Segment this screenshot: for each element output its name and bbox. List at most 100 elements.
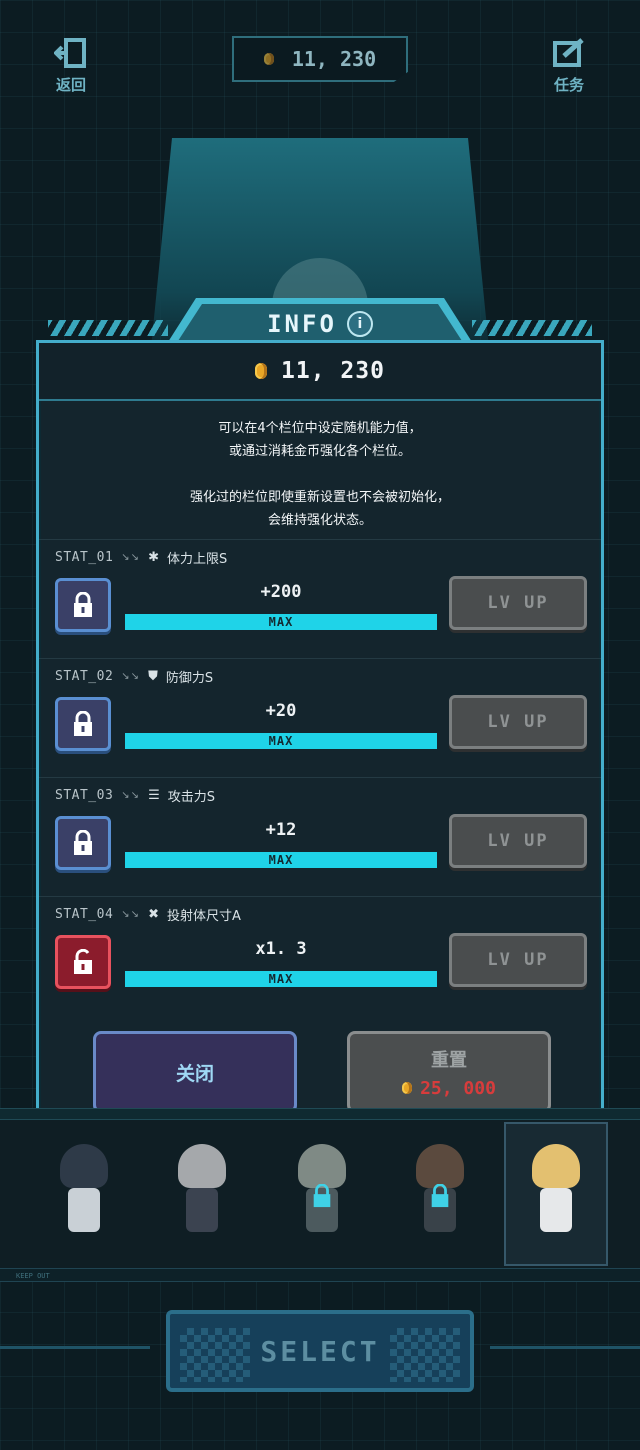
character-body	[540, 1188, 572, 1232]
stat-label: STAT_04 ↘↘ ✖ 投射体尺寸A	[55, 905, 241, 924]
lv-up-button[interactable]: LV UP	[449, 933, 587, 987]
description-line: 强化过的栏位即使重新设置也不会被初始化，	[189, 490, 450, 505]
lv-up-button[interactable]: LV UP	[449, 576, 587, 630]
side-line-left	[0, 1346, 150, 1349]
lock-toggle-button[interactable]	[55, 578, 111, 632]
keep-out-text: KEEP OUT	[16, 1272, 50, 1280]
panel-coin-amount: 11, 230	[281, 358, 385, 384]
reset-cost: 25, 000	[402, 1078, 496, 1099]
arrows-icon: ↘↘	[121, 909, 141, 920]
lv-up-button[interactable]: LV UP	[449, 814, 587, 868]
reset-label: 重置	[431, 1049, 467, 1071]
close-button[interactable]: 关闭	[93, 1031, 297, 1113]
stat-value: x1. 3	[255, 939, 307, 959]
stat-label: STAT_03 ↘↘ ☰ 攻击力S	[55, 786, 215, 805]
mission-button[interactable]: 任务	[544, 38, 594, 95]
description-line	[39, 463, 601, 486]
unlock-icon	[74, 949, 92, 974]
back-button[interactable]: 返回	[46, 38, 96, 95]
keep-out-strip: KEEP OUT	[0, 1268, 640, 1282]
lock-icon	[74, 711, 92, 736]
cross-icon: ✖	[148, 907, 159, 922]
stat-row-1: STAT_01 ↘↘ ✱ 体力上限S +200 MAX LV UP	[39, 539, 601, 657]
lv-up-button[interactable]: LV UP	[449, 695, 587, 749]
divider-strip	[0, 1108, 640, 1120]
back-label: 返回	[55, 76, 86, 94]
stat-name: 攻击力S	[167, 790, 215, 805]
progress-label: MAX	[268, 615, 294, 629]
stat-progress-bar: MAX	[125, 733, 437, 749]
info-panel: 11, 230 可以在4个栏位中设定随机能力值， 或通过消耗金币强化各个栏位。 …	[36, 340, 604, 1136]
character-slot-4[interactable]	[402, 1144, 478, 1244]
select-button[interactable]: SELECT	[166, 1310, 474, 1392]
exit-icon	[54, 38, 86, 68]
stat-row-2: STAT_02 ↘↘ ⛊ 防御力S +20 MAX LV UP	[39, 658, 601, 776]
arrows-icon: ↘↘	[121, 552, 141, 563]
description-line: 或通过消耗金币强化各个栏位。	[228, 444, 411, 459]
info-icon[interactable]: i	[346, 311, 373, 337]
lock-icon	[74, 592, 92, 617]
lock-toggle-button[interactable]	[55, 935, 111, 989]
select-label: SELECT	[260, 1334, 380, 1368]
lock-toggle-button[interactable]	[55, 697, 111, 751]
stat-label: STAT_02 ↘↘ ⛊ 防御力S	[55, 667, 213, 686]
character-body	[68, 1188, 100, 1232]
character-slot-1[interactable]	[46, 1144, 122, 1244]
lock-icon	[431, 1184, 449, 1208]
stat-code: STAT_04	[55, 907, 114, 922]
character-portrait	[298, 1144, 346, 1188]
stat-code: STAT_03	[55, 788, 114, 803]
panel-coin-header: 11, 230	[39, 343, 601, 401]
stat-progress-bar: MAX	[125, 852, 437, 868]
lock-toggle-button[interactable]	[55, 816, 111, 870]
character-slot-2[interactable]	[164, 1144, 240, 1244]
reset-cost-amount: 25, 000	[420, 1077, 496, 1099]
mission-label: 任务	[553, 76, 584, 94]
shield-icon: ⛊	[148, 669, 158, 684]
stat-progress-bar: MAX	[125, 614, 437, 630]
lock-icon	[313, 1184, 331, 1208]
stat-value: +200	[260, 582, 302, 602]
character-figure	[518, 1144, 594, 1244]
progress-label: MAX	[268, 853, 294, 867]
description-line: 可以在4个栏位中设定随机能力值，	[218, 421, 422, 436]
checker-decoration	[180, 1328, 250, 1382]
coin-counter: 11, 230	[232, 36, 408, 82]
lock-icon	[74, 830, 92, 855]
stat-row-3: STAT_03 ↘↘ ☰ 攻击力S +12 MAX LV UP	[39, 777, 601, 895]
panel-stripes-right	[472, 320, 592, 336]
progress-label: MAX	[268, 734, 294, 748]
character-portrait	[416, 1144, 464, 1188]
stat-code: STAT_01	[55, 550, 114, 565]
description-line: 会维持强化状态。	[267, 513, 372, 528]
coin-icon	[255, 363, 268, 379]
panel-stripes-left	[48, 320, 168, 336]
character-portrait	[178, 1144, 226, 1188]
arrows-icon: ↘↘	[121, 671, 141, 682]
progress-label: MAX	[268, 972, 294, 986]
character-slot-3[interactable]	[284, 1144, 360, 1244]
stat-value: +20	[265, 701, 297, 721]
asterisk-icon: ✱	[148, 550, 159, 565]
character-slot-selected[interactable]	[504, 1122, 608, 1266]
checker-decoration	[390, 1328, 460, 1382]
reset-button[interactable]: 重置 25, 000	[347, 1031, 551, 1113]
stat-row-4: STAT_04 ↘↘ ✖ 投射体尺寸A x1. 3 MAX LV UP	[39, 896, 601, 1014]
character-body	[186, 1188, 218, 1232]
character-portrait	[60, 1144, 108, 1188]
stat-value: +12	[265, 820, 297, 840]
side-line-right	[490, 1346, 640, 1349]
mission-icon	[553, 38, 584, 67]
coin-icon	[263, 53, 274, 65]
description: 可以在4个栏位中设定随机能力值， 或通过消耗金币强化各个栏位。 强化过的栏位即使…	[39, 417, 601, 532]
info-title: INFO	[267, 310, 337, 338]
coin-icon	[402, 1082, 413, 1094]
stat-name: 防御力S	[165, 671, 214, 686]
character-list	[0, 1120, 640, 1268]
stat-name: 体力上限S	[166, 552, 228, 567]
stat-label: STAT_01 ↘↘ ✱ 体力上限S	[55, 548, 227, 567]
attack-icon: ☰	[148, 788, 160, 803]
stat-name: 投射体尺寸A	[166, 909, 241, 924]
info-tab: INFO i	[176, 304, 464, 344]
character-portrait	[532, 1144, 580, 1188]
